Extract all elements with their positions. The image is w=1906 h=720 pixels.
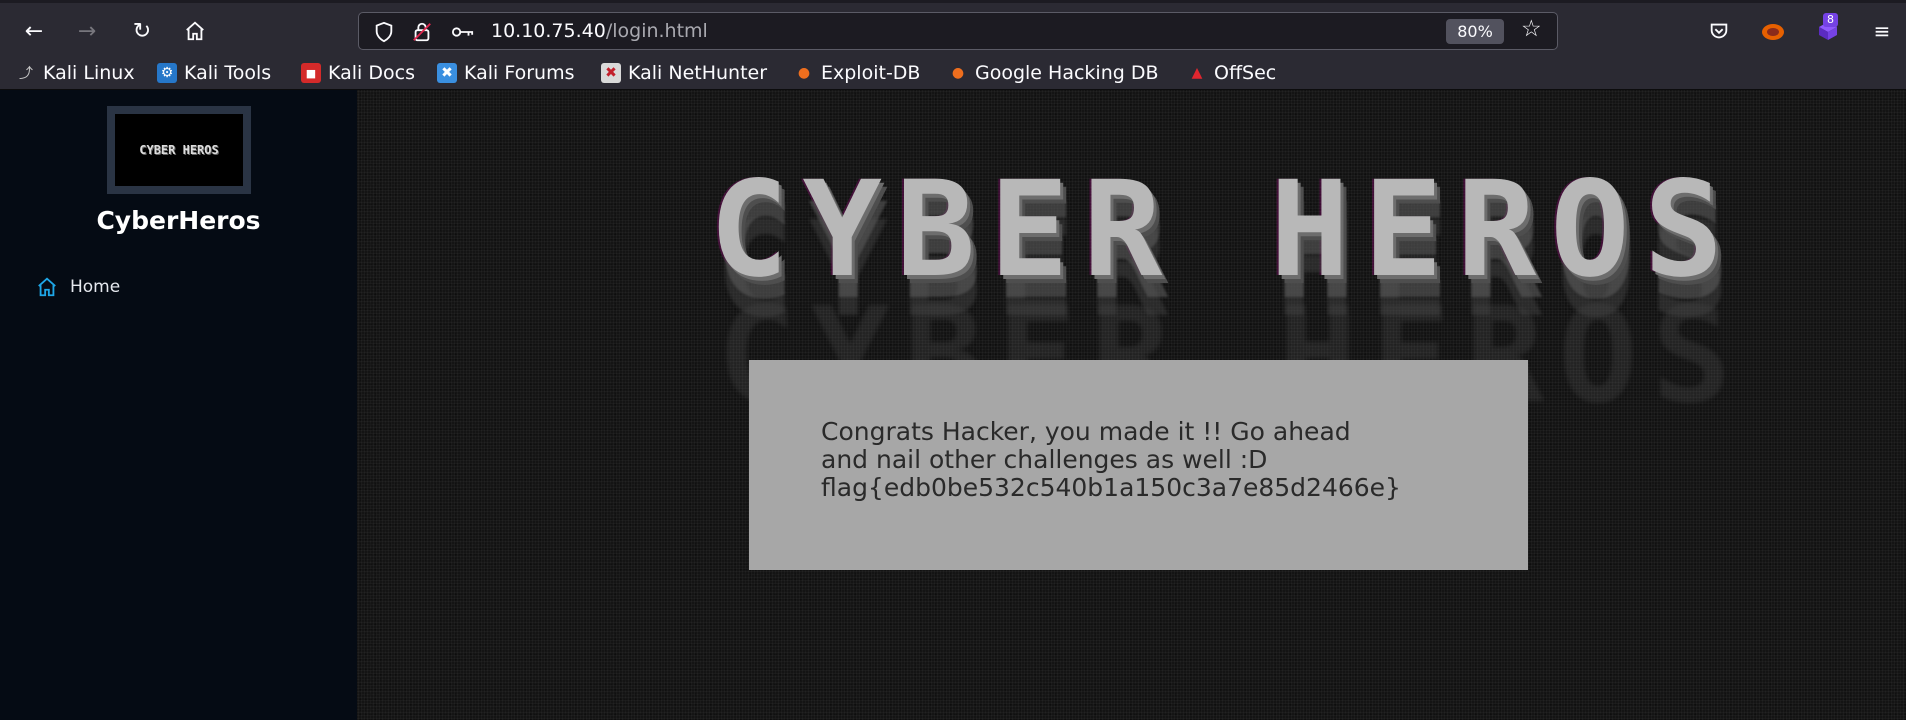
- congrats-message-box: Congrats Hacker, you made it !! Go ahead…: [749, 360, 1528, 570]
- address-bar[interactable]: 10.10.75.40/login.html 80% ☆: [358, 12, 1558, 50]
- site-logo[interactable]: CYBER HEROS: [107, 106, 251, 194]
- congrats-message: Congrats Hacker, you made it !! Go ahead…: [821, 418, 1511, 502]
- kali-tools-icon: ⚙: [157, 63, 177, 83]
- bookmark-kali-tools[interactable]: ⚙ Kali Tools: [157, 60, 271, 86]
- bookmark-label: Kali Linux: [43, 62, 135, 84]
- bookmark-label: Google Hacking DB: [975, 62, 1159, 84]
- back-icon[interactable]: ←: [18, 16, 50, 46]
- banner-text: CYBER HEROS: [709, 153, 1738, 307]
- bookmark-kali-forums[interactable]: ✖ Kali Forums: [437, 60, 575, 86]
- bookmark-kali-linux[interactable]: ⤴ Kali Linux: [16, 60, 135, 86]
- sidebar: CYBER HEROS CyberHeros Home: [0, 90, 357, 720]
- sidebar-item-label: Home: [70, 277, 121, 297]
- bookmark-label: OffSec: [1214, 62, 1277, 84]
- site-title: CyberHeros: [96, 206, 261, 235]
- zoom-level-badge[interactable]: 80%: [1446, 19, 1504, 44]
- message-line: Congrats Hacker, you made it !! Go ahead: [821, 417, 1351, 446]
- bookmark-kali-nethunter[interactable]: ✖ Kali NetHunter: [601, 60, 767, 86]
- offsec-icon: ▲: [1191, 65, 1203, 81]
- bookmark-label: Kali NetHunter: [628, 62, 768, 84]
- web-page: CYBER HEROS CyberHeros Home CYBER HEROS …: [0, 90, 1906, 720]
- kali-docs-icon: ■: [301, 63, 321, 83]
- main-content: CYBER HEROS CYBER HEROS Congrats Hacker,…: [357, 90, 1906, 720]
- sidebar-item-home[interactable]: Home: [36, 276, 120, 298]
- bookmark-label: Kali Forums: [464, 62, 575, 84]
- bookmark-star-icon[interactable]: ☆: [1521, 16, 1542, 42]
- extension-fox-icon[interactable]: [1757, 16, 1789, 46]
- bookmark-kali-docs[interactable]: ■ Kali Docs: [301, 60, 415, 86]
- home-page-icon[interactable]: [179, 16, 211, 46]
- message-line: and nail other challenges as well :D: [821, 445, 1268, 474]
- insecure-lock-icon[interactable]: [411, 21, 433, 48]
- ghdb-icon: ●: [951, 65, 965, 81]
- bookmarks-bar: ⤴ Kali Linux ⚙ Kali Tools ■ Kali Docs ✖ …: [0, 56, 1906, 90]
- bookmark-label: Kali Docs: [328, 62, 415, 84]
- cyber-heros-banner: CYBER HEROS CYBER HEROS: [709, 153, 1889, 400]
- reload-icon[interactable]: ↻: [126, 16, 158, 46]
- url-text[interactable]: 10.10.75.40/login.html: [491, 20, 708, 42]
- extension-badge: 8: [1823, 13, 1838, 27]
- browser-toolbar: ← → ↻ 10.10.75.40/login.html 80% ☆ 8 ≡: [0, 0, 1906, 56]
- kali-forums-icon: ✖: [437, 63, 457, 83]
- kali-nethunter-icon: ✖: [601, 63, 621, 83]
- menu-icon[interactable]: ≡: [1866, 16, 1898, 46]
- home-icon: [38, 277, 56, 297]
- bookmark-offsec[interactable]: ▲ OffSec: [1187, 60, 1277, 86]
- pocket-icon[interactable]: [1703, 16, 1735, 46]
- logo-text: CYBER HEROS: [115, 114, 243, 186]
- exploit-db-icon: ●: [797, 65, 811, 81]
- forward-icon[interactable]: →: [71, 16, 103, 46]
- key-icon[interactable]: [451, 21, 475, 48]
- shield-icon[interactable]: [373, 21, 395, 48]
- bookmark-google-hacking-db[interactable]: ● Google Hacking DB: [948, 60, 1159, 86]
- flag-text: flag{edb0be532c540b1a150c3a7e85d2466e}: [821, 473, 1401, 502]
- bookmark-exploit-db[interactable]: ● Exploit-DB: [794, 60, 921, 86]
- bookmark-label: Kali Tools: [184, 62, 272, 84]
- bookmark-label: Exploit-DB: [821, 62, 921, 84]
- kali-dragon-icon: ⤴: [19, 66, 33, 82]
